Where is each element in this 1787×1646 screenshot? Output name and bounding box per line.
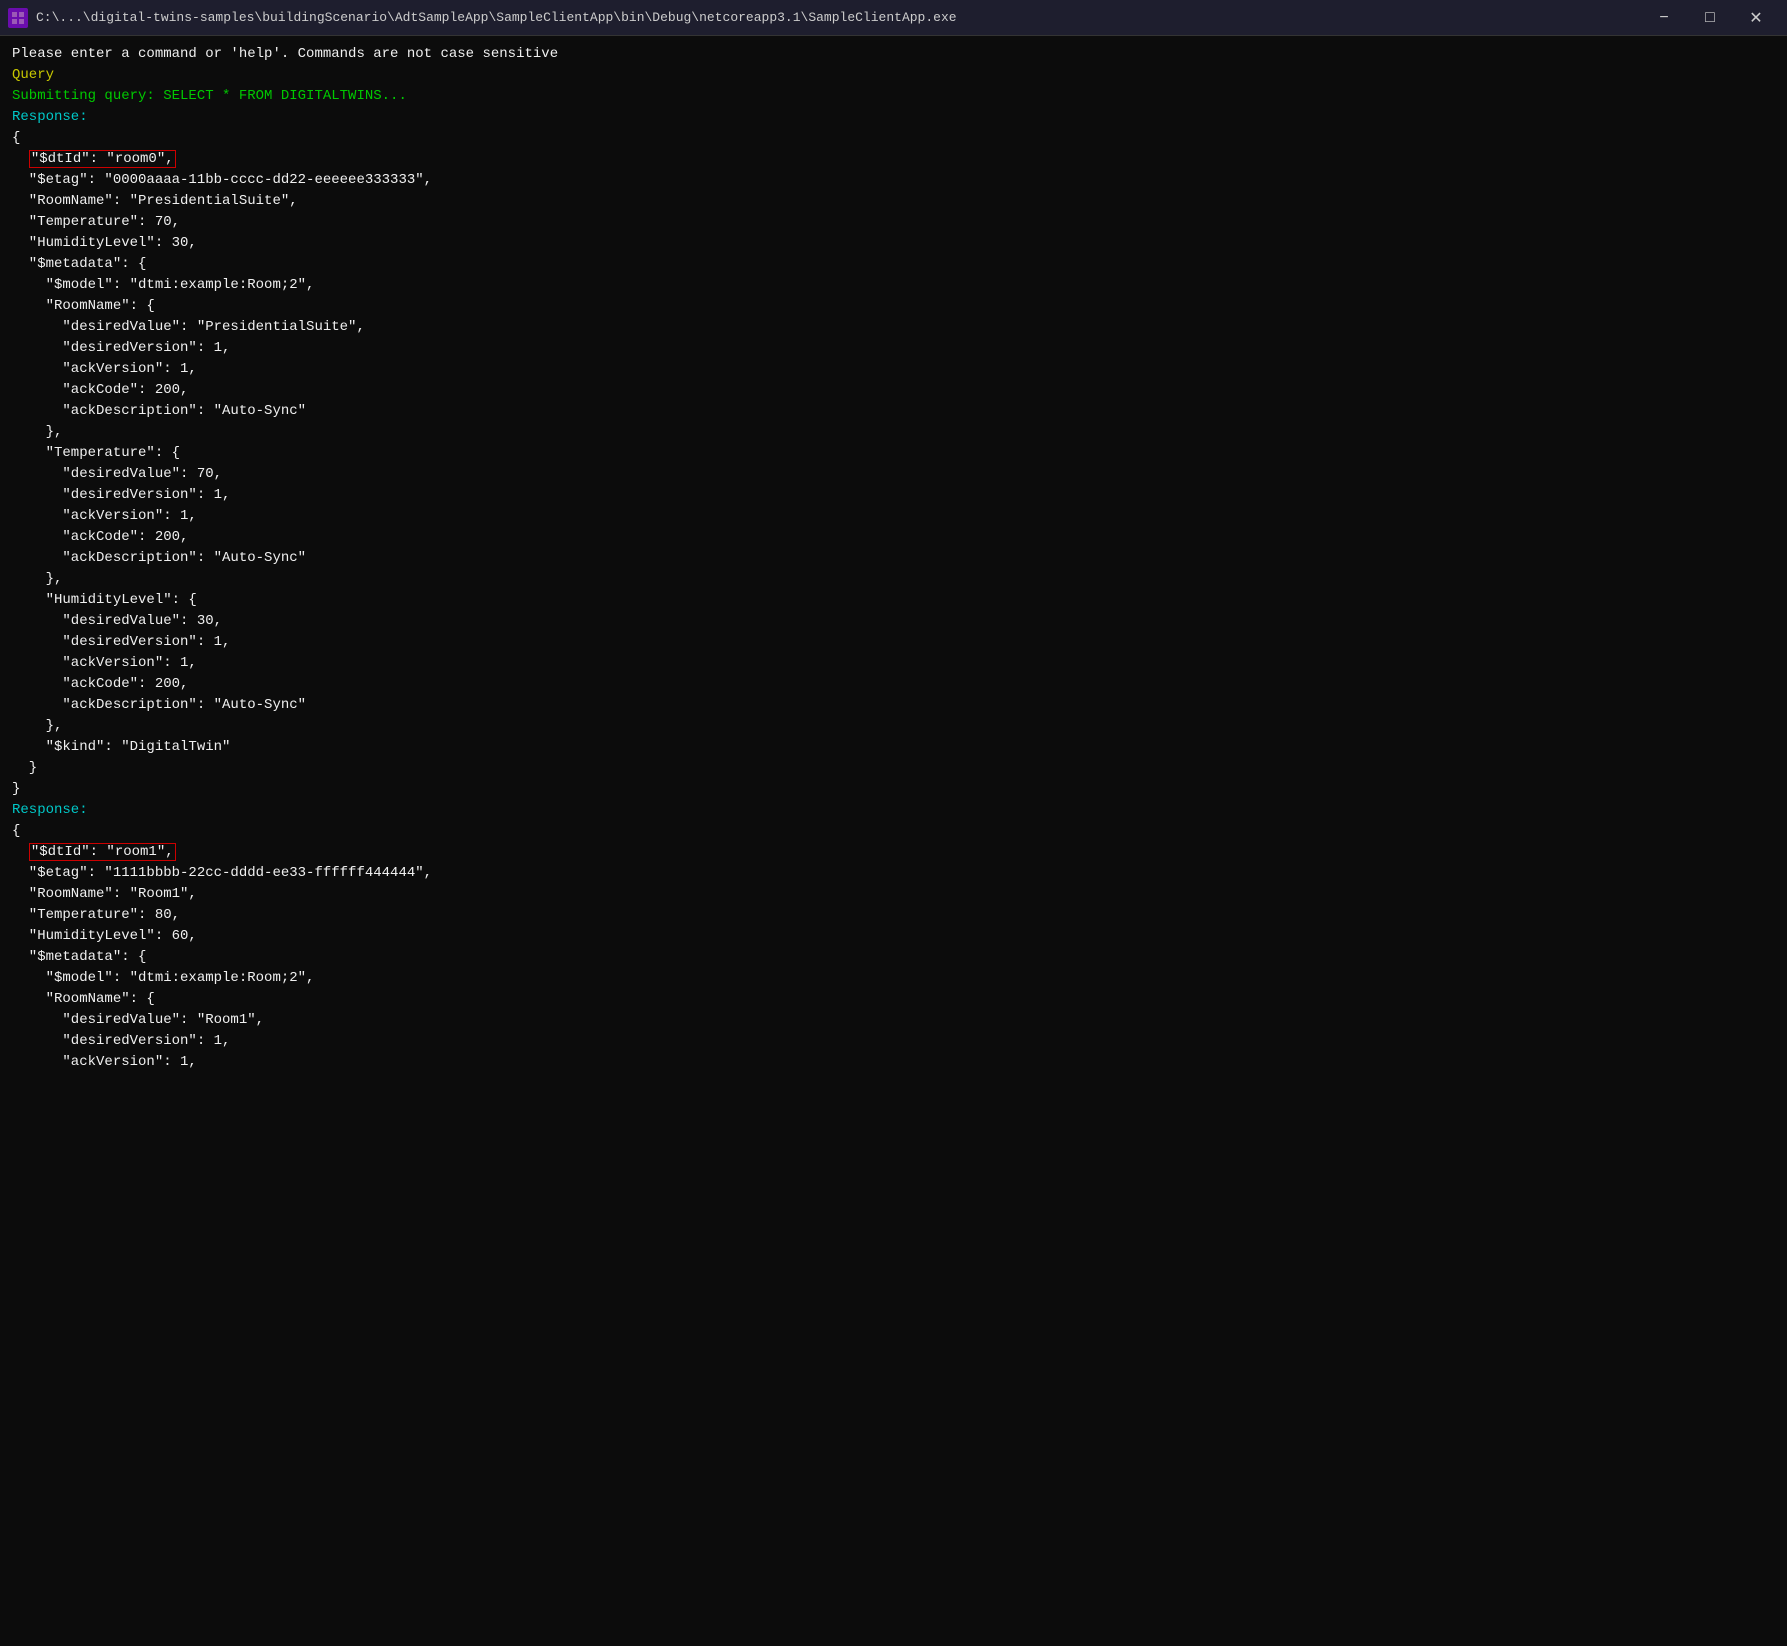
room0-ack-desc1: "ackDescription": "Auto-Sync": [12, 401, 1775, 422]
room0-humidity-desired-version: "desiredVersion": 1,: [12, 632, 1775, 653]
room0-humidity-desired-value: "desiredValue": 30,: [12, 611, 1775, 632]
room1-roomname: "RoomName": "Room1",: [12, 884, 1775, 905]
titlebar: C:\...\digital-twins-samples\buildingSce…: [0, 0, 1787, 36]
room0-temp-desired-value: "desiredValue": 70,: [12, 464, 1775, 485]
prompt-line: Please enter a command or 'help'. Comman…: [12, 44, 1775, 65]
room1-dtid: "$dtId": "room1",: [12, 842, 1775, 863]
room1-humidity: "HumidityLevel": 60,: [12, 926, 1775, 947]
room0-metadata-close: }: [12, 758, 1775, 779]
room0-humidity-meta-open: "HumidityLevel": {: [12, 590, 1775, 611]
room0-ack-version1: "ackVersion": 1,: [12, 359, 1775, 380]
room0-model: "$model": "dtmi:example:Room;2",: [12, 275, 1775, 296]
room0-humidity-meta-close: },: [12, 716, 1775, 737]
room1-metadata-open: "$metadata": {: [12, 947, 1775, 968]
room1-desired-value: "desiredValue": "Room1",: [12, 1010, 1775, 1031]
room0-kind: "$kind": "DigitalTwin": [12, 737, 1775, 758]
room0-humidity: "HumidityLevel": 30,: [12, 233, 1775, 254]
room0-temperature: "Temperature": 70,: [12, 212, 1775, 233]
open-brace1: {: [12, 128, 1775, 149]
submitting-line: Submitting query: SELECT * FROM DIGITALT…: [12, 86, 1775, 107]
window-controls: − □ ✕: [1641, 0, 1779, 36]
terminal-output: Please enter a command or 'help'. Comman…: [0, 36, 1787, 1646]
command-line: Query: [12, 65, 1775, 86]
room0-temp-meta-close: },: [12, 569, 1775, 590]
room1-desired-version: "desiredVersion": 1,: [12, 1031, 1775, 1052]
room0-ack-code1: "ackCode": 200,: [12, 380, 1775, 401]
open-brace2: {: [12, 821, 1775, 842]
room0-humidity-ack-version: "ackVersion": 1,: [12, 653, 1775, 674]
room1-ack-version: "ackVersion": 1,: [12, 1052, 1775, 1073]
room1-etag: "$etag": "1111bbbb-22cc-dddd-ee33-ffffff…: [12, 863, 1775, 884]
room0-desired-value1: "desiredValue": "PresidentialSuite",: [12, 317, 1775, 338]
room0-dtid-highlighted: "$dtId": "room0",: [29, 150, 176, 168]
room0-dtid: "$dtId": "room0",: [12, 149, 1775, 170]
room1-roomname-meta-open: "RoomName": {: [12, 989, 1775, 1010]
room0-etag: "$etag": "0000aaaa-11bb-cccc-dd22-eeeeee…: [12, 170, 1775, 191]
room1-model: "$model": "dtmi:example:Room;2",: [12, 968, 1775, 989]
room0-humidity-ack-desc: "ackDescription": "Auto-Sync": [12, 695, 1775, 716]
room0-temp-desired-version: "desiredVersion": 1,: [12, 485, 1775, 506]
response1-label: Response:: [12, 107, 1775, 128]
room1-dtid-highlighted: "$dtId": "room1",: [29, 843, 176, 861]
room0-roomname-meta-open: "RoomName": {: [12, 296, 1775, 317]
room0-temp-ack-version: "ackVersion": 1,: [12, 506, 1775, 527]
app-icon: [8, 8, 28, 28]
minimize-button[interactable]: −: [1641, 0, 1687, 36]
window-title: C:\...\digital-twins-samples\buildingSce…: [36, 10, 1641, 25]
response2-label: Response:: [12, 800, 1775, 821]
room0-roomname: "RoomName": "PresidentialSuite",: [12, 191, 1775, 212]
maximize-button[interactable]: □: [1687, 0, 1733, 36]
room0-desired-version1: "desiredVersion": 1,: [12, 338, 1775, 359]
room0-close: }: [12, 779, 1775, 800]
room1-temperature: "Temperature": 80,: [12, 905, 1775, 926]
room0-temp-meta-open: "Temperature": {: [12, 443, 1775, 464]
room0-roomname-meta-close: },: [12, 422, 1775, 443]
room0-temp-ack-code: "ackCode": 200,: [12, 527, 1775, 548]
close-button[interactable]: ✕: [1733, 0, 1779, 36]
room0-temp-ack-desc: "ackDescription": "Auto-Sync": [12, 548, 1775, 569]
room0-humidity-ack-code: "ackCode": 200,: [12, 674, 1775, 695]
room0-metadata-open: "$metadata": {: [12, 254, 1775, 275]
app-window: C:\...\digital-twins-samples\buildingSce…: [0, 0, 1787, 1646]
